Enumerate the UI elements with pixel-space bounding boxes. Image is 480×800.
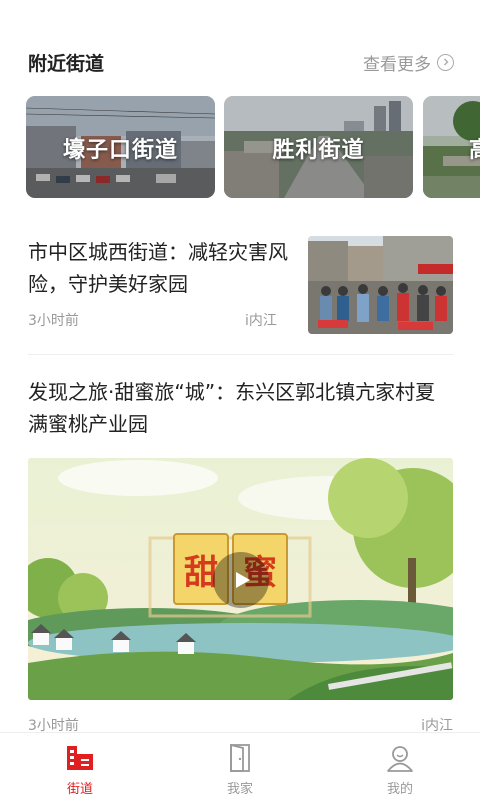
- view-more-link[interactable]: 查看更多: [363, 50, 454, 75]
- news-title: 发现之旅·甜蜜旅“城”：东兴区郭北镇亢家村夏满蜜桃产业园: [28, 380, 436, 436]
- street-name: 壕子口街道: [62, 138, 178, 163]
- nearby-streets-header: 附近街道 查看更多: [28, 44, 454, 80]
- tab-mine[interactable]: 我的: [320, 733, 480, 800]
- street-name: 胜利街道: [272, 138, 365, 163]
- tab-street[interactable]: 街道: [0, 733, 160, 800]
- building-icon: [67, 746, 93, 770]
- street-card[interactable]: 胜利街道: [224, 96, 413, 198]
- section-title: 附近街道: [28, 52, 105, 75]
- play-icon: [236, 572, 250, 588]
- bottom-tab-bar: 街道 我家 我的: [0, 732, 480, 800]
- street-card-list: 壕子口街道 胜利街道 高: [26, 96, 480, 198]
- news-thumbnail: [308, 236, 453, 334]
- view-more-label: 查看更多: [363, 54, 431, 75]
- street-card[interactable]: 壕子口街道: [26, 96, 215, 198]
- chevron-right-icon: [437, 53, 454, 71]
- tab-home[interactable]: 我家: [160, 733, 320, 800]
- news-title: 市中区城西街道：减轻灾害风险，守护美好家园: [28, 240, 288, 296]
- divider: [28, 354, 453, 355]
- tab-label: 我家: [226, 782, 253, 797]
- street-card[interactable]: 高: [423, 96, 480, 198]
- play-button[interactable]: [213, 552, 269, 608]
- user-icon: [387, 746, 413, 772]
- door-icon: [230, 743, 250, 772]
- video-player[interactable]: 甜 蜜: [28, 458, 453, 700]
- news-item[interactable]: 市中区城西街道：减轻灾害风险，守护美好家园 3小时前 i内江: [28, 236, 453, 336]
- tab-label: 街道: [66, 782, 93, 797]
- tab-label: 我的: [386, 782, 413, 797]
- street-name: 高: [469, 132, 480, 164]
- news-time: 3小时前: [28, 313, 79, 329]
- news-source: i内江: [245, 313, 277, 329]
